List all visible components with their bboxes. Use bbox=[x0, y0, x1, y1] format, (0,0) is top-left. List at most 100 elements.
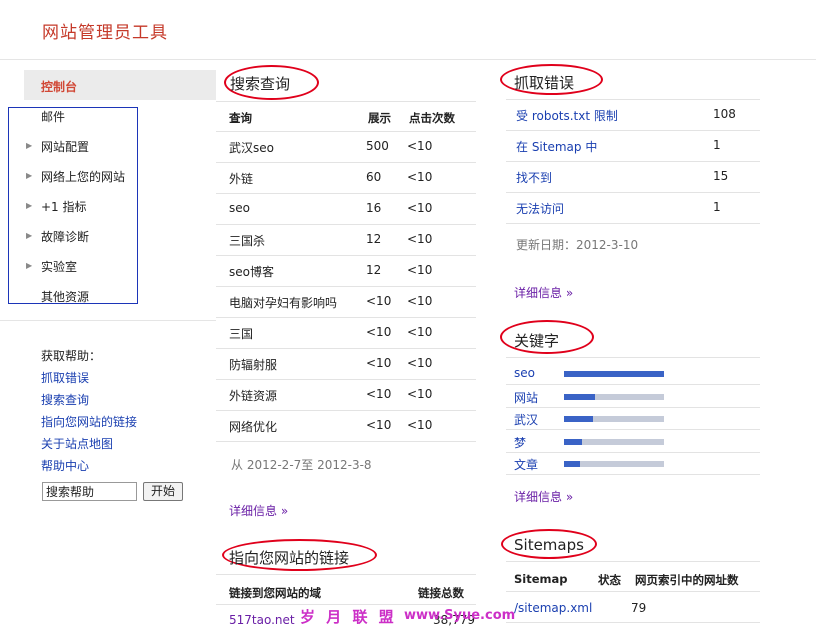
sidebar-item-dashboard[interactable]: 控制台 bbox=[24, 70, 216, 100]
expand-arrow-icon: ▶ bbox=[26, 261, 33, 270]
sidebar-item-label: 控制台 bbox=[41, 80, 78, 94]
clicks-cell: <10 bbox=[407, 294, 433, 308]
sidebar-item-other-resources[interactable]: 其他资源 bbox=[26, 287, 136, 307]
sidebar-item-labs[interactable]: ▶ 实验室 bbox=[26, 257, 136, 277]
row-divider bbox=[506, 451, 760, 453]
clicks-cell: <10 bbox=[407, 263, 433, 277]
sidebar-item-site-on-web[interactable]: ▶ 网络上您的网站 bbox=[26, 167, 136, 187]
keyword-bar-track bbox=[564, 371, 664, 377]
links-to-site-title[interactable]: 指向您网站的链接 bbox=[229, 547, 349, 568]
sidebar-divider bbox=[0, 320, 216, 321]
crawl-error-link[interactable]: 受 robots.txt 限制 bbox=[516, 107, 618, 124]
search-queries-title[interactable]: 搜索查询 bbox=[230, 73, 290, 94]
keyword-link[interactable]: 武汉 bbox=[514, 411, 538, 428]
crawl-error-link[interactable]: 找不到 bbox=[516, 169, 552, 186]
row-divider bbox=[506, 223, 760, 224]
sidebar-item-label: 网站配置 bbox=[41, 140, 90, 154]
expand-arrow-icon: ▶ bbox=[26, 231, 33, 240]
clicks-cell: <10 bbox=[407, 201, 433, 215]
crawl-error-link[interactable]: 在 Sitemap 中 bbox=[516, 138, 597, 155]
query-cell[interactable]: seo bbox=[229, 201, 250, 215]
query-cell[interactable]: 三国 bbox=[229, 325, 253, 342]
crawl-errors-title[interactable]: 抓取错误 bbox=[514, 72, 574, 93]
keyword-bar-track bbox=[564, 416, 664, 422]
query-cell[interactable]: 外链资源 bbox=[229, 387, 277, 404]
row-divider bbox=[216, 193, 476, 194]
keyword-link[interactable]: 网站 bbox=[514, 389, 538, 406]
column-header: 网页索引中的网址数 bbox=[635, 573, 739, 587]
impressions-cell: 60 bbox=[366, 170, 382, 184]
impressions-cell: 500 bbox=[366, 139, 389, 153]
sidebar-item-label: 故障诊断 bbox=[41, 230, 90, 244]
row-divider bbox=[506, 130, 760, 131]
help-link-search-queries[interactable]: 搜索查询 bbox=[41, 391, 89, 408]
query-cell[interactable]: 网络优化 bbox=[229, 418, 277, 435]
row-divider bbox=[216, 255, 476, 256]
sidebar-item-plus1-metrics[interactable]: ▶ +1 指标 bbox=[26, 197, 136, 217]
crawl-error-count: 1 bbox=[713, 138, 721, 152]
keyword-bar-fill bbox=[564, 438, 582, 445]
help-link-sitemaps[interactable]: 关于站点地图 bbox=[41, 435, 113, 452]
sidebar-item-label: 实验室 bbox=[41, 260, 78, 274]
sitemaps-title[interactable]: Sitemaps bbox=[514, 536, 584, 554]
help-search-input[interactable] bbox=[42, 482, 137, 501]
divider bbox=[506, 622, 760, 623]
keywords-details-link[interactable]: 详细信息 » bbox=[514, 488, 573, 505]
help-heading: 获取帮助： bbox=[41, 349, 102, 363]
row-divider bbox=[506, 161, 760, 162]
divider bbox=[506, 591, 760, 592]
query-cell[interactable]: 外链 bbox=[229, 170, 253, 187]
impressions-cell: <10 bbox=[366, 387, 392, 401]
row-divider bbox=[506, 406, 760, 408]
keyword-bar-track bbox=[564, 438, 664, 445]
column-header: Sitemap bbox=[514, 572, 568, 586]
row-divider bbox=[506, 192, 760, 193]
crawl-error-count: 15 bbox=[713, 169, 729, 183]
keyword-link[interactable]: 文章 bbox=[514, 456, 538, 473]
impressions-cell: 12 bbox=[366, 263, 382, 277]
expand-arrow-icon: ▶ bbox=[26, 171, 33, 180]
query-cell[interactable]: seo博客 bbox=[229, 263, 274, 280]
keyword-bar-fill bbox=[564, 371, 664, 377]
watermark-text: 岁 月 联 盟 bbox=[300, 608, 397, 626]
sidebar-item-mail[interactable]: 邮件 bbox=[26, 107, 136, 127]
column-header: 点击次数 bbox=[409, 111, 455, 125]
query-cell[interactable]: 防辐射服 bbox=[229, 356, 277, 373]
query-cell[interactable]: 武汉seo bbox=[229, 139, 274, 156]
help-link-links-to-site[interactable]: 指向您网站的链接 bbox=[41, 413, 137, 430]
sidebar-item-diagnostics[interactable]: ▶ 故障诊断 bbox=[26, 227, 136, 247]
keyword-link[interactable]: seo bbox=[514, 366, 535, 380]
linking-domain-link[interactable]: 517tao.net bbox=[229, 613, 295, 627]
keywords-title[interactable]: 关键字 bbox=[514, 330, 559, 351]
keyword-link[interactable]: 梦 bbox=[514, 434, 526, 451]
help-search-button[interactable]: 开始 bbox=[143, 482, 183, 501]
clicks-cell: <10 bbox=[407, 170, 433, 184]
row-divider bbox=[506, 474, 760, 475]
query-cell[interactable]: 电脑对孕妇有影响吗 bbox=[229, 294, 337, 311]
divider bbox=[216, 574, 476, 575]
sidebar-item-site-config[interactable]: ▶ 网站配置 bbox=[26, 137, 136, 157]
sidebar-item-label: +1 指标 bbox=[41, 200, 87, 214]
clicks-cell: <10 bbox=[407, 356, 433, 370]
impressions-cell: <10 bbox=[366, 325, 392, 339]
keyword-bar-fill bbox=[564, 393, 595, 400]
expand-arrow-icon: ▶ bbox=[26, 201, 33, 210]
sitemap-link[interactable]: /sitemap.xml bbox=[514, 601, 592, 615]
clicks-cell: <10 bbox=[407, 387, 433, 401]
crawl-errors-details-link[interactable]: 详细信息 » bbox=[514, 284, 573, 301]
help-link-crawl-errors[interactable]: 抓取错误 bbox=[41, 369, 89, 386]
divider bbox=[506, 561, 760, 562]
row-divider bbox=[506, 384, 760, 385]
column-header: 展示 bbox=[368, 111, 391, 125]
clicks-cell: <10 bbox=[407, 325, 433, 339]
row-divider bbox=[216, 224, 476, 225]
search-queries-details-link[interactable]: 详细信息 » bbox=[229, 502, 288, 519]
sitemap-url-count: 79 bbox=[631, 601, 647, 615]
row-divider bbox=[216, 379, 476, 380]
keyword-bar-fill bbox=[564, 416, 593, 422]
watermark-url: www.Syue.com bbox=[404, 608, 516, 623]
help-link-help-center[interactable]: 帮助中心 bbox=[41, 457, 89, 474]
query-cell[interactable]: 三国杀 bbox=[229, 232, 265, 249]
crawl-error-link[interactable]: 无法访问 bbox=[516, 200, 564, 217]
column-header: 链接总数 bbox=[418, 586, 464, 600]
